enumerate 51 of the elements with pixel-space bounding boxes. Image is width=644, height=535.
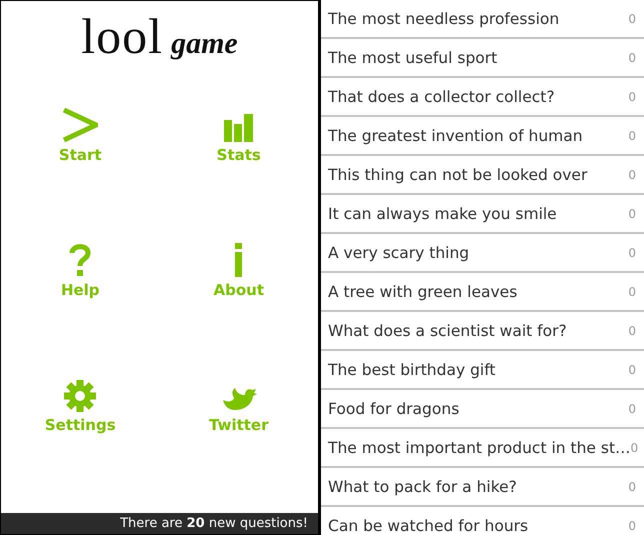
question-row[interactable]: This thing can not be looked over 0: [321, 156, 644, 195]
chevron-icon: [62, 108, 98, 142]
answer-count: 0: [628, 168, 636, 182]
question-text: The most important product in the st…: [328, 438, 631, 456]
answer-count: 0: [628, 50, 636, 64]
logo-suffix: game: [171, 27, 238, 61]
question-text: The greatest invention of human: [328, 126, 583, 144]
question-row[interactable]: Can be watched for hours 0: [321, 507, 644, 535]
answer-count: 0: [628, 324, 636, 338]
question-row[interactable]: What to pack for a hike? 0: [321, 468, 644, 507]
question-row[interactable]: It can always make you smile 0: [321, 195, 644, 234]
question-row[interactable]: Food for dragons 0: [321, 390, 644, 429]
question-text: A very scary thing: [328, 244, 470, 262]
question-text: It can always make you smile: [328, 204, 557, 222]
answer-count: 0: [628, 480, 636, 494]
bird-icon: [220, 386, 257, 412]
answer-count: 0: [628, 246, 636, 260]
question-text: The most useful sport: [328, 48, 498, 66]
help-icon: [69, 243, 92, 277]
answer-count: 0: [628, 90, 636, 104]
question-row[interactable]: A very scary thing 0: [321, 234, 644, 273]
question-text: Can be watched for hours: [328, 516, 528, 534]
question-row[interactable]: The most useful sport 0: [321, 39, 644, 78]
question-row[interactable]: A tree with green leaves 0: [321, 273, 644, 312]
question-row[interactable]: The most important product in the st…0: [321, 429, 644, 468]
question-text: This thing can not be looked over: [328, 166, 588, 184]
question-text: That does a collector collect?: [328, 88, 555, 106]
info-icon: [232, 243, 245, 277]
answer-count: 0: [628, 284, 636, 298]
question-text: What does a scientist wait for?: [328, 322, 567, 340]
status-text: There are 20 new questions!: [120, 516, 308, 531]
bar-chart-icon: [224, 112, 254, 142]
question-row[interactable]: What does a scientist wait for? 0: [321, 312, 644, 351]
question-row[interactable]: The best birthday gift 0: [321, 351, 644, 390]
question-row[interactable]: The greatest invention of human 0: [321, 117, 644, 156]
logo-word: lool: [81, 7, 164, 65]
answer-count: 0: [628, 12, 636, 26]
question-text: The best birthday gift: [328, 360, 496, 378]
question-text: Food for dragons: [328, 400, 460, 418]
answer-count: 0: [630, 440, 638, 454]
question-row[interactable]: The most needless profession 0: [321, 0, 644, 39]
question-text: A tree with green leaves: [328, 282, 518, 300]
answer-count: 0: [628, 402, 636, 416]
answer-count: 0: [628, 128, 636, 142]
answer-count: 0: [628, 206, 636, 220]
settings-icon: [64, 380, 96, 412]
answer-count: 0: [628, 362, 636, 376]
question-text: The most needless profession: [328, 10, 560, 28]
question-text: What to pack for a hike?: [328, 478, 517, 496]
answer-count: 0: [628, 518, 636, 532]
question-row[interactable]: That does a collector collect? 0: [321, 78, 644, 117]
